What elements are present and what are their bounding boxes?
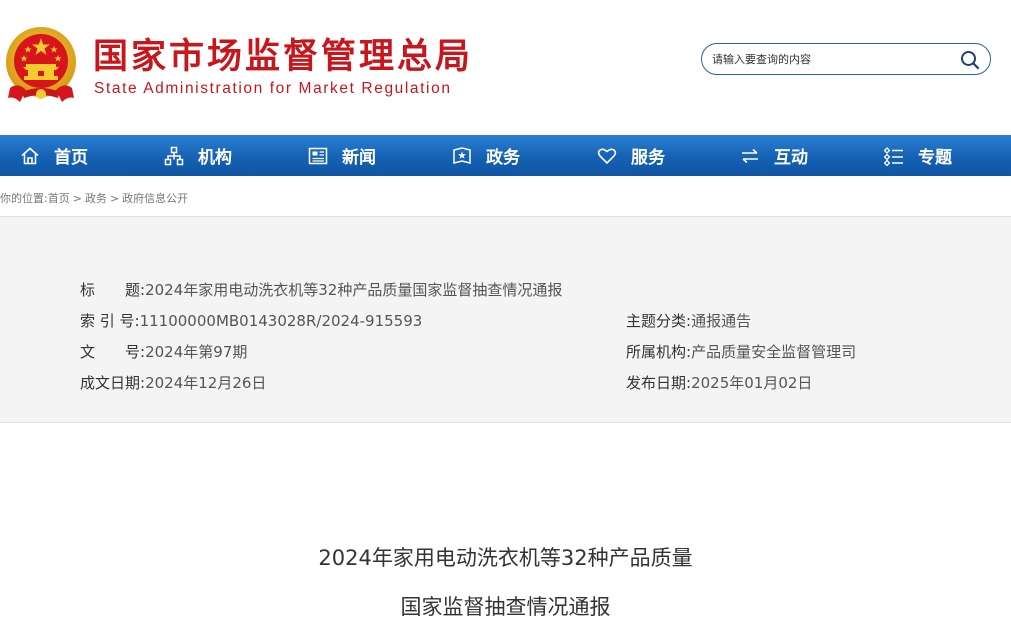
info-index-value: 11100000MB0143028R/2024-915593 [139, 312, 423, 330]
nav-label: 机构 [198, 148, 232, 168]
info-org-value: 产品质量安全监督管理司 [691, 343, 857, 361]
search-input[interactable] [712, 50, 942, 68]
info-index-row: 索 引 号:11100000MB0143028R/2024-915593 [80, 310, 422, 331]
main-nav: 首页 机构 新闻 政务 服务 互动 专题 [0, 135, 1011, 176]
government-book-icon [452, 146, 472, 166]
nav-item-home[interactable]: 首页 [20, 135, 88, 176]
nav-item-organization[interactable]: 机构 [164, 135, 232, 176]
breadcrumb-info-disclosure[interactable]: 政府信息公开 [122, 192, 188, 205]
national-emblem-logo[interactable] [4, 26, 78, 106]
info-org-row: 所属机构:产品质量安全监督管理司 [626, 341, 856, 362]
info-docno-row: 文 号:2024年第97期 [80, 341, 247, 362]
site-title-chinese[interactable]: 国家市场监督管理总局 [93, 34, 473, 80]
breadcrumb: 你的位置:首页 > 政务 > 政府信息公开 [0, 190, 188, 206]
nav-item-interaction[interactable]: 互动 [740, 135, 808, 176]
nav-label: 服务 [631, 148, 665, 168]
breadcrumb-separator: > [72, 192, 82, 205]
info-org-label: 所属机构: [626, 343, 692, 361]
site-title-english[interactable]: State Administration for Market Regulati… [94, 80, 452, 98]
nav-item-news[interactable]: 新闻 [308, 135, 376, 176]
breadcrumb-government-affairs[interactable]: 政务 [85, 192, 107, 205]
topic-list-icon [884, 146, 904, 166]
info-created-row: 成文日期:2024年12月26日 [80, 372, 266, 393]
nav-label: 专题 [918, 148, 952, 168]
info-docno-value: 2024年第97期 [145, 343, 248, 361]
newspaper-icon [308, 146, 328, 166]
breadcrumb-home[interactable]: 首页 [48, 192, 70, 205]
info-published-row: 发布日期:2025年01月02日 [626, 372, 812, 393]
nav-label: 新闻 [342, 148, 376, 168]
site-header: 国家市场监督管理总局 State Administration for Mark… [0, 0, 1011, 135]
breadcrumb-separator: > [109, 192, 120, 205]
article-title-line-1: 2024年家用电动洗衣机等32种产品质量 [318, 546, 693, 570]
info-title-value: 2024年家用电动洗衣机等32种产品质量国家监督抽查情况通报 [145, 281, 563, 299]
info-docno-label: 文 号: [80, 343, 146, 361]
home-icon [20, 146, 40, 166]
document-info-panel: 标 题:2024年家用电动洗衣机等32种产品质量国家监督抽查情况通报 索 引 号… [0, 216, 1011, 423]
info-published-label: 发布日期: [626, 374, 692, 392]
nav-label: 首页 [54, 148, 88, 168]
org-chart-icon [164, 146, 184, 166]
info-category-row: 主题分类:通报通告 [626, 310, 751, 331]
nav-item-government-affairs[interactable]: 政务 [452, 135, 520, 176]
exchange-arrows-icon [740, 146, 760, 166]
nav-label: 政务 [486, 148, 520, 168]
nav-item-services[interactable]: 服务 [597, 135, 665, 176]
info-created-label: 成文日期: [80, 374, 146, 392]
info-created-value: 2024年12月26日 [145, 374, 267, 392]
search-box [701, 43, 991, 75]
info-title-row: 标 题:2024年家用电动洗衣机等32种产品质量国家监督抽查情况通报 [80, 279, 562, 300]
info-category-value: 通报通告 [691, 312, 752, 330]
breadcrumb-prefix: 你的位置: [0, 192, 48, 205]
article-title-line-2: 国家监督抽查情况通报 [400, 595, 611, 619]
nav-item-topics[interactable]: 专题 [884, 135, 952, 176]
info-index-label: 索 引 号: [80, 312, 140, 330]
info-published-value: 2025年01月02日 [691, 374, 813, 392]
nav-label: 互动 [774, 148, 808, 168]
search-icon[interactable] [960, 50, 980, 70]
info-title-label: 标 题: [80, 281, 146, 299]
info-category-label: 主题分类: [626, 312, 692, 330]
heart-icon [597, 146, 617, 166]
